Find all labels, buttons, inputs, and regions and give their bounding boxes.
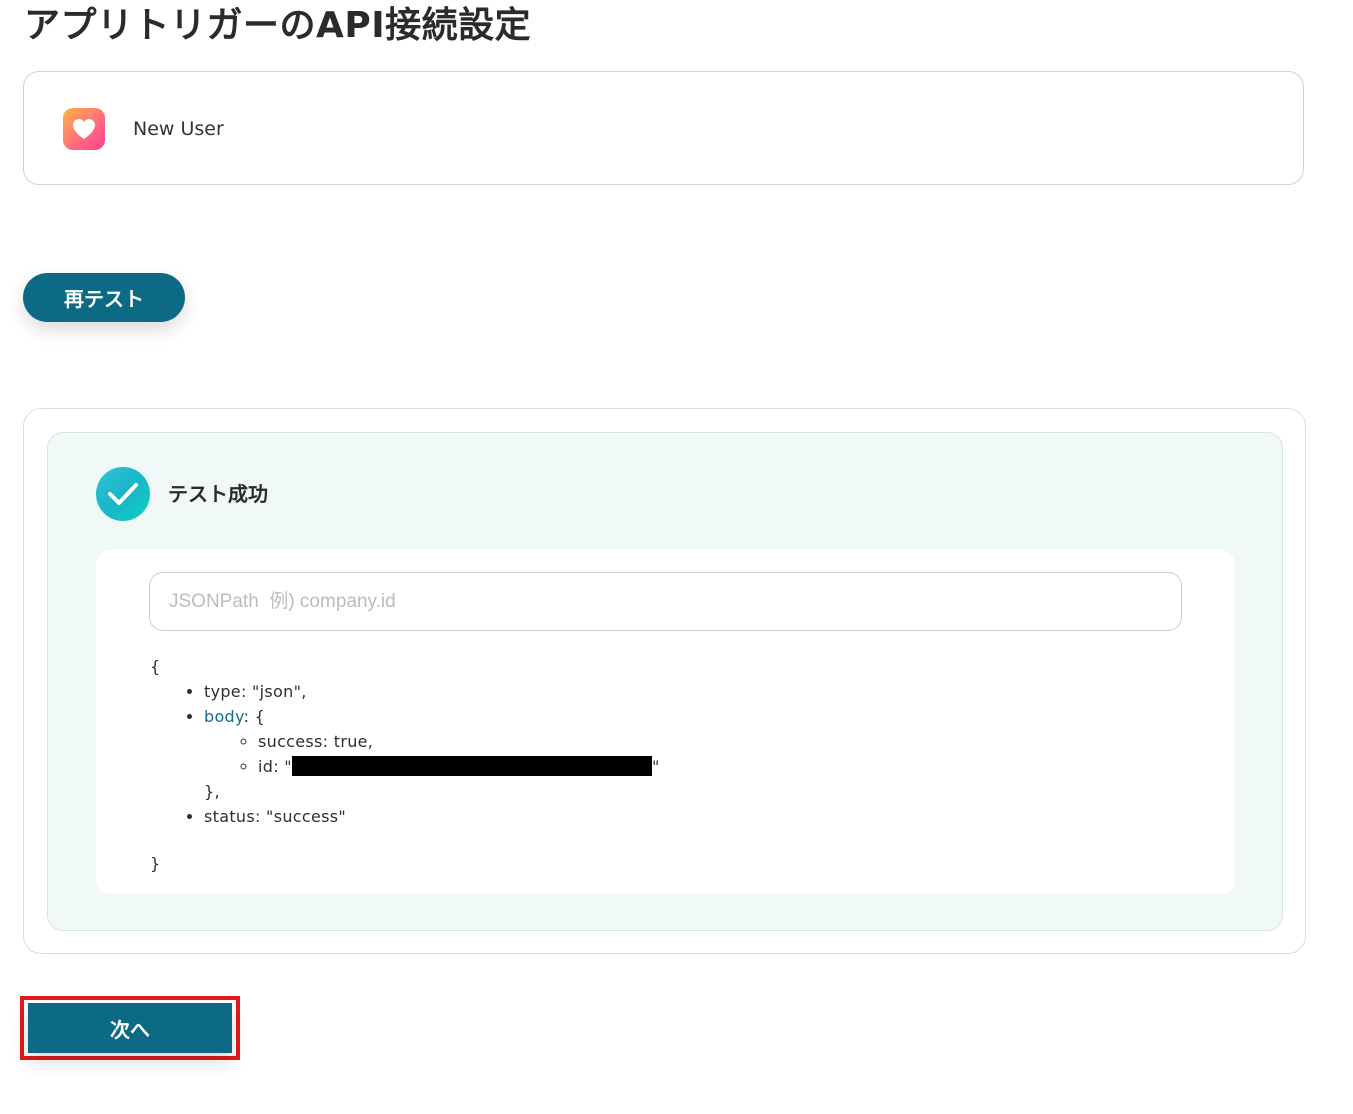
json-body-key[interactable]: body bbox=[204, 707, 244, 726]
json-body-entry: body: { success: true, id: " " bbox=[204, 704, 660, 779]
json-id-suffix: " bbox=[651, 757, 660, 776]
json-body-close: }, bbox=[204, 782, 220, 801]
next-button[interactable]: 次へ bbox=[28, 1003, 232, 1053]
json-root-list: type: "json", body: { success: true, id:… bbox=[150, 679, 660, 779]
json-id-entry: id: " " bbox=[258, 754, 660, 779]
json-type-entry: type: "json", bbox=[204, 679, 660, 704]
json-id-prefix: id: " bbox=[258, 757, 292, 776]
trigger-name: New User bbox=[133, 118, 224, 140]
json-body-open: : { bbox=[243, 707, 266, 726]
json-status-entry: status: "success" bbox=[204, 804, 660, 829]
test-result-panel: テスト成功 { type: "json", body: { success: t… bbox=[47, 432, 1283, 931]
redacted-value bbox=[291, 756, 652, 776]
check-circle-icon bbox=[96, 467, 150, 521]
json-root-list-continued: status: "success" bbox=[150, 804, 660, 829]
json-close-brace: } bbox=[150, 854, 161, 873]
test-success-label: テスト成功 bbox=[168, 482, 268, 506]
json-open-brace: { bbox=[150, 657, 161, 676]
trigger-card: New User bbox=[23, 71, 1304, 185]
heart-icon bbox=[63, 108, 105, 150]
json-body-list: success: true, id: " " bbox=[204, 729, 660, 779]
jsonpath-input[interactable] bbox=[149, 572, 1182, 631]
page-title: アプリトリガーのAPI接続設定 bbox=[24, 5, 532, 46]
test-result-section: テスト成功 { type: "json", body: { success: t… bbox=[23, 408, 1306, 954]
retest-button[interactable]: 再テスト bbox=[23, 273, 185, 322]
json-success-entry: success: true, bbox=[258, 729, 660, 754]
json-tree: { type: "json", body: { success: true, i… bbox=[150, 654, 660, 876]
json-output-panel: { type: "json", body: { success: true, i… bbox=[96, 550, 1235, 894]
